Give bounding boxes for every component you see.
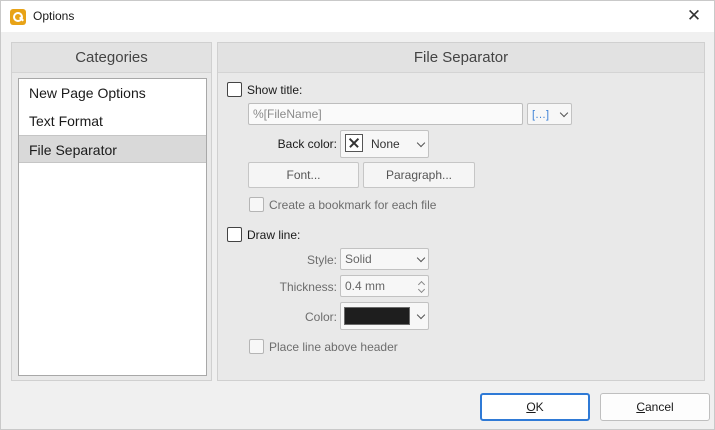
categories-list: New Page Options Text Format File Separa… [18,78,207,376]
title-bar: Options ✕ [1,1,714,32]
file-separator-pane: File Separator Show title: %[FileName] [… [217,42,705,381]
back-color-picker[interactable]: None [340,130,429,158]
style-dropdown[interactable]: Solid [340,248,429,270]
show-title-label: Show title: [247,83,303,97]
thickness-value: 0.4 mm [345,279,386,293]
category-text-format[interactable]: Text Format [19,107,206,135]
window-title: Options [33,9,75,23]
line-above-header-label: Place line above header [269,340,398,354]
ok-button[interactable]: OK [480,393,590,421]
color-label: Color: [304,310,337,324]
bookmark-label: Create a bookmark for each file [269,198,437,212]
spin-down-icon[interactable] [417,285,426,294]
insert-macro-dropdown[interactable]: […] [527,103,572,125]
show-title-checkbox[interactable] [227,82,242,97]
chevron-down-icon [416,310,426,320]
thickness-spinner[interactable]: 0.4 mm [340,275,429,297]
category-file-separator[interactable]: File Separator [19,135,206,163]
chevron-down-icon [416,138,426,148]
cancel-button[interactable]: Cancel [600,393,710,421]
close-icon[interactable]: ✕ [682,5,706,27]
font-button[interactable]: Font... [248,162,359,188]
chevron-down-icon [416,253,426,263]
ok-label-rest: K [535,400,544,414]
style-value: Solid [345,252,372,266]
style-label: Style: [306,253,337,267]
chevron-down-icon [559,108,569,118]
ok-mnemonic: O [526,400,536,414]
back-color-label: Back color: [277,137,337,151]
draw-line-checkbox[interactable] [227,227,242,242]
title-text-field[interactable]: %[FileName] [248,103,523,125]
cancel-label-rest: ancel [644,400,674,414]
line-color-picker[interactable] [340,302,429,330]
line-above-header-checkbox[interactable] [249,339,264,354]
section-title: File Separator [218,43,704,73]
app-logo-icon [10,9,26,25]
draw-line-label: Draw line: [247,228,301,242]
macro-insert-icon: […] [532,109,550,121]
paragraph-button[interactable]: Paragraph... [363,162,475,188]
options-dialog: Options ✕ Categories New Page Options Te… [0,0,715,430]
thickness-label: Thickness: [279,280,337,294]
categories-header: Categories [12,43,211,73]
category-new-page-options[interactable]: New Page Options [19,79,206,107]
line-color-swatch [344,307,410,325]
categories-pane: Categories New Page Options Text Format … [11,42,212,381]
no-color-icon [345,134,363,152]
back-color-value: None [371,137,400,151]
cancel-mnemonic: C [636,400,645,414]
bookmark-checkbox[interactable] [249,197,264,212]
